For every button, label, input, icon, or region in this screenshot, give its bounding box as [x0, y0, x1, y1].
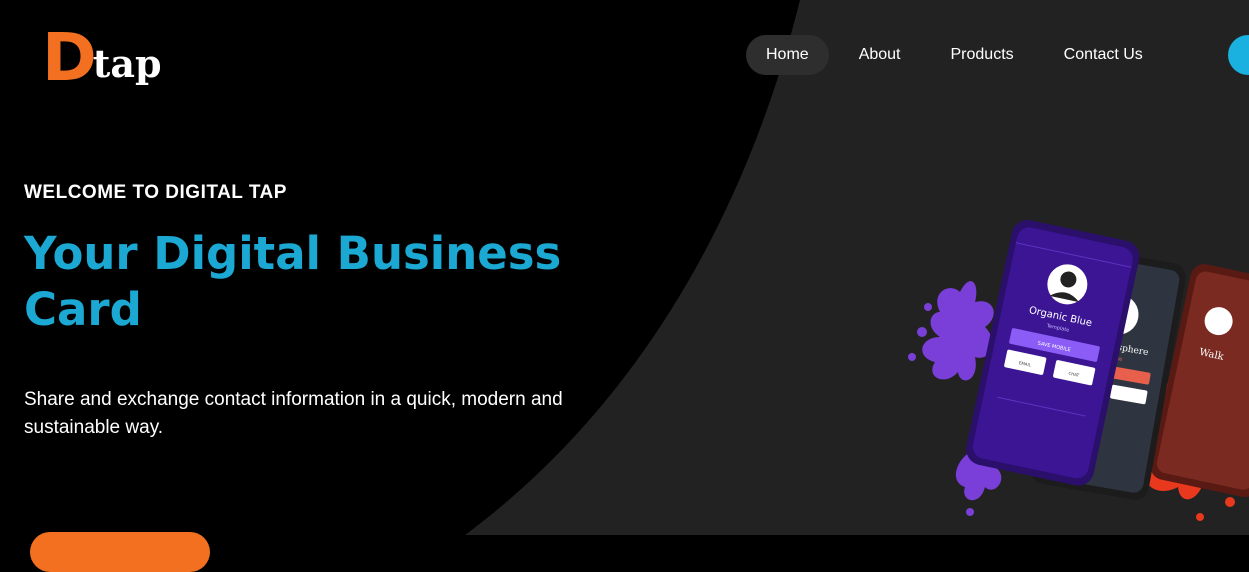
logo[interactable]: D tap — [42, 19, 162, 96]
nav-home[interactable]: Home — [746, 35, 829, 75]
hero-description: Share and exchange contact information i… — [24, 389, 563, 438]
logo-word: tap — [92, 41, 162, 86]
hero-eyebrow: WELCOME TO DIGITAL TAP — [24, 182, 287, 203]
main-nav: Home About Products Contact Us — [746, 35, 1173, 75]
nav-contact-us[interactable]: Contact Us — [1044, 35, 1163, 75]
nav-products[interactable]: Products — [931, 35, 1034, 75]
logo-letter: D — [42, 19, 97, 96]
phones-illustration: Walk dulating sphere Template Organic Bl… — [908, 220, 1249, 521]
hero-headline: Your Digital Business Card — [24, 227, 562, 336]
hero-cta-button[interactable] — [30, 532, 210, 572]
nav-about[interactable]: About — [839, 35, 921, 75]
